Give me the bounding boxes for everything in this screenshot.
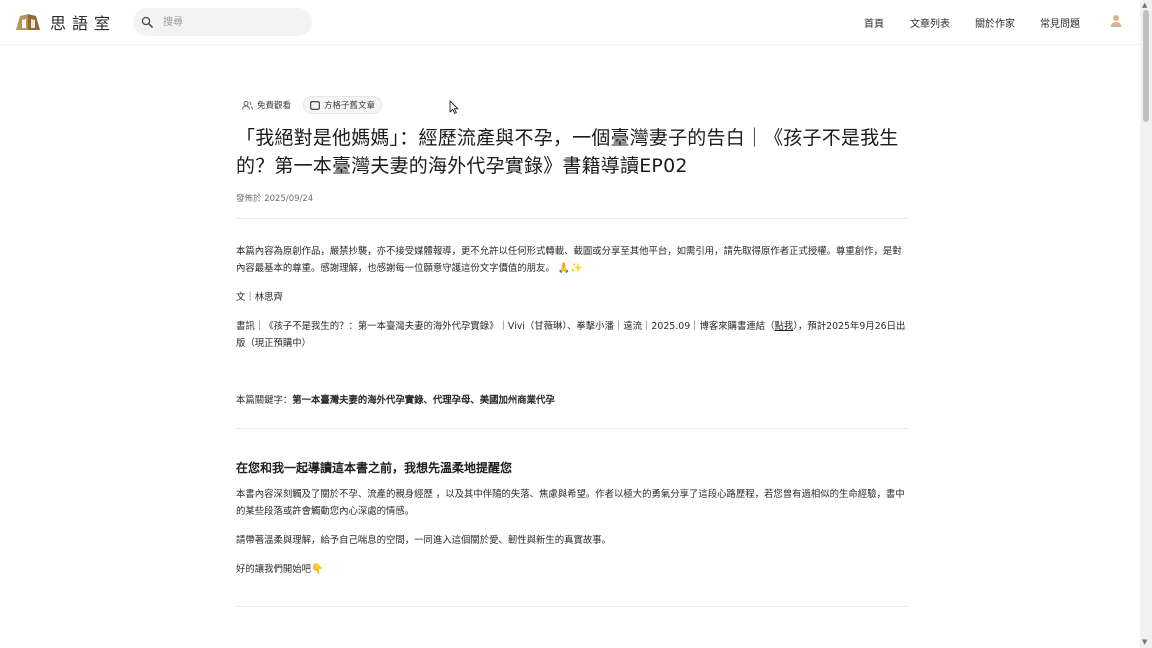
invitation-paragraph: 請帶著溫柔與理解，給予自己喘息的空間，一同進入這個關於愛、韌性與新生的真實故事。 (236, 535, 612, 546)
pointing-down-emoji: 👇 (311, 564, 324, 575)
intro-paragraph: 本書內容深刻觸及了關於不孕、流產的親身經歷 ，以及其中伴隨的失落、焦慮與希望。作… (236, 489, 905, 517)
purchase-link[interactable]: 點我 (775, 321, 794, 332)
nav-faq[interactable]: 常見問題 (1040, 15, 1080, 30)
keywords-label: 本篇關鍵字： (236, 395, 293, 406)
scroll-down-arrow-icon[interactable]: ▼ (1142, 638, 1147, 646)
tag-old-article[interactable]: 方格子舊文章 (303, 96, 383, 114)
scrollbar-thumb[interactable] (1143, 10, 1149, 122)
logo-text: 思語室 (50, 14, 117, 33)
search-icon (141, 16, 153, 28)
pray-sparkle-emoji: 🙏✨ (557, 263, 583, 274)
mouse-cursor-icon (449, 100, 459, 114)
square-icon (310, 100, 320, 110)
site-logo[interactable]: 思語室 (14, 10, 116, 34)
article-tags: 免費觀看 方格子舊文章 (236, 96, 908, 114)
author-line: 文｜林思齊 (236, 292, 283, 303)
search-box[interactable] (133, 8, 312, 36)
divider (236, 218, 908, 219)
book-info: 書訊｜《孩子不是我生的？：第一本臺灣夫妻的海外代孕實錄》｜Vivi（甘薇琳）、拳… (236, 318, 908, 352)
book-info-text: 書訊｜《孩子不是我生的？：第一本臺灣夫妻的海外代孕實錄》｜Vivi（甘薇琳）、拳… (236, 321, 775, 332)
start-paragraph: 好的讓我們開始吧👇 (236, 561, 908, 578)
article-title: 「我絕對是他媽媽」：經歷流產與不孕，一個臺灣妻子的告白｜《孩子不是我生的？第一本… (236, 127, 899, 177)
divider (236, 428, 908, 429)
article-content: 免費觀看 方格子舊文章 「我絕對是他媽媽」：經歷流產與不孕，一個臺灣妻子的告白｜… (236, 96, 908, 607)
nav-article-list[interactable]: 文章列表 (910, 15, 950, 30)
page-scrollbar[interactable]: ▲ ▼ (1140, 0, 1152, 648)
scroll-up-arrow-icon[interactable]: ▲ (1142, 1, 1147, 9)
users-icon (242, 100, 253, 110)
user-avatar-icon[interactable] (1110, 14, 1122, 28)
tag-free-view[interactable]: 免費觀看 (236, 96, 298, 114)
start-text: 好的讓我們開始吧 (236, 564, 312, 575)
nav-home[interactable]: 首頁 (864, 15, 884, 30)
keywords-text: 第一本臺灣夫妻的海外代孕實錄、代理孕母、美國加州商業代孕 (292, 395, 555, 406)
tag-label: 免費觀看 (257, 101, 292, 111)
publish-date: 發佈於 2025/09/24 (236, 194, 314, 204)
tag-label: 方格子舊文章 (324, 101, 376, 111)
divider (236, 606, 908, 607)
search-input[interactable] (161, 15, 295, 29)
nav-about-author[interactable]: 關於作家 (975, 15, 1015, 30)
section-heading: 在您和我一起導讀這本書之前，我想先溫柔地提醒您 (236, 461, 513, 475)
copyright-notice: 本篇內容為原創作品，嚴禁抄襲，亦不接受媒體報導，更不允許以任何形式轉載、截圖或分… (236, 243, 908, 277)
book-logo-icon (16, 14, 40, 30)
top-header: 思語室 首頁 文章列表 關於作家 常見問題 (0, 0, 1140, 45)
keywords-line: 本篇關鍵字：第一本臺灣夫妻的海外代孕實錄、代理孕母、美國加州商業代孕 (236, 392, 908, 409)
